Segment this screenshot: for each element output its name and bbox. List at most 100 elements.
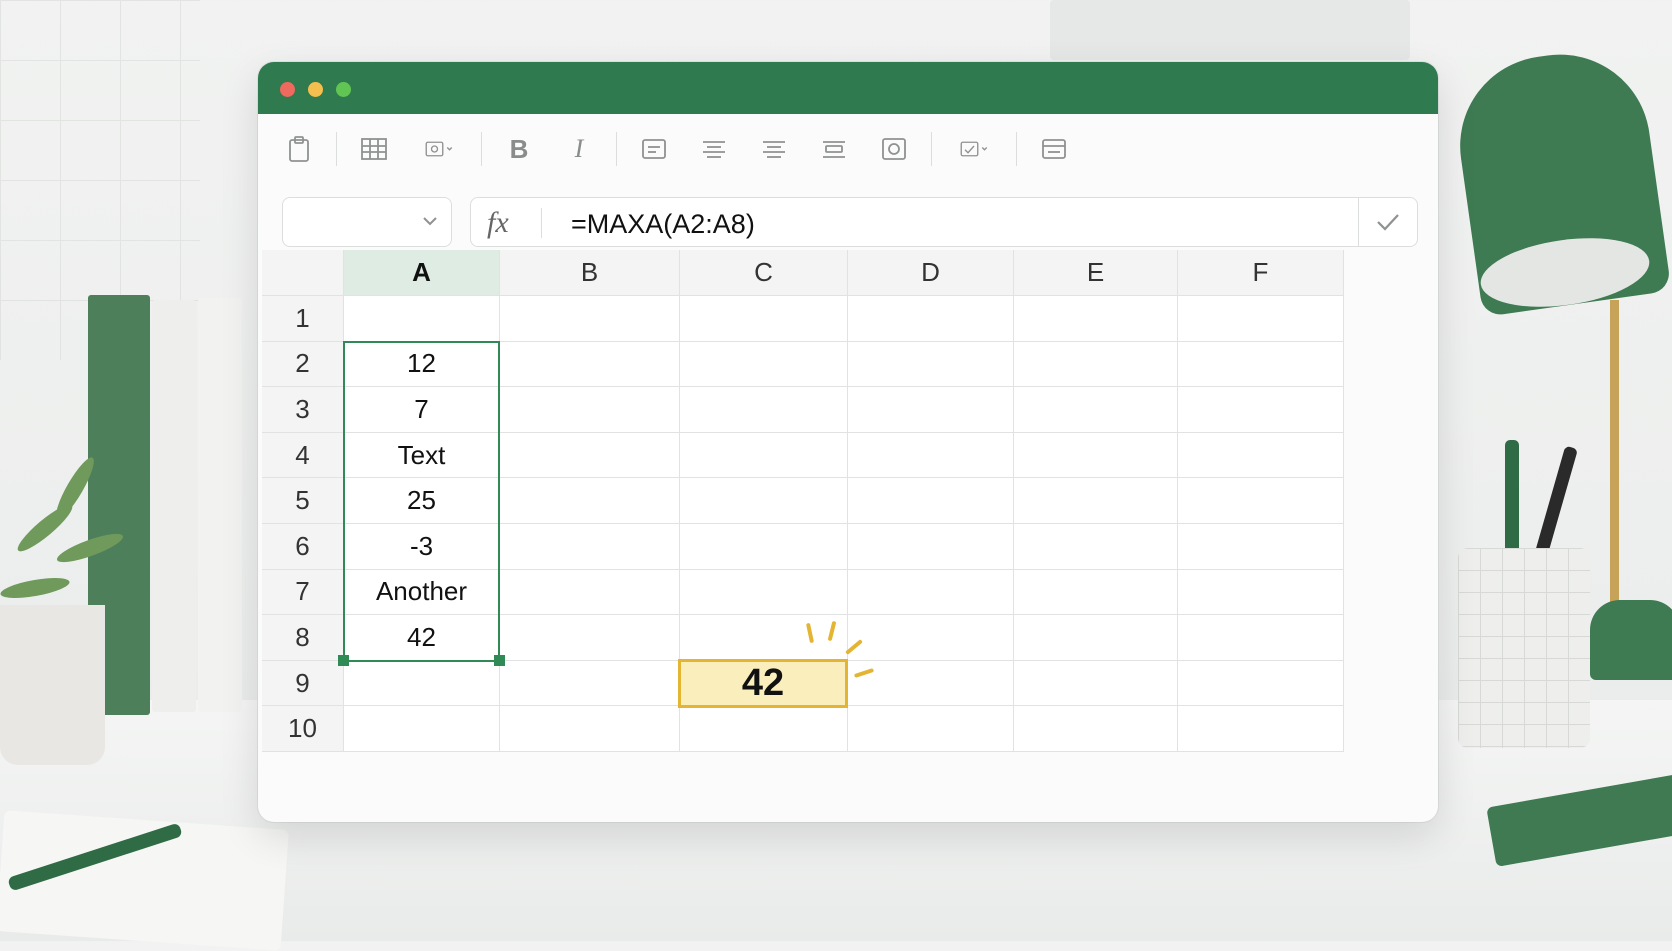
- cell-a9[interactable]: [344, 660, 500, 707]
- cell-f2[interactable]: [1178, 341, 1344, 388]
- column-header-b[interactable]: B: [500, 250, 680, 296]
- formula-input[interactable]: =MAXA(A2:A8): [571, 209, 755, 240]
- row-header-10[interactable]: 10: [262, 706, 344, 752]
- cell-a1[interactable]: [344, 296, 500, 342]
- cell-e10[interactable]: [1014, 706, 1178, 752]
- cell-a8[interactable]: 42: [344, 615, 500, 661]
- style-dropdown-icon[interactable]: [946, 126, 1002, 172]
- minimize-button[interactable]: [308, 82, 323, 97]
- fill-handle[interactable]: [494, 654, 505, 666]
- lamp-pole: [1610, 300, 1619, 630]
- align-left-icon[interactable]: [631, 126, 677, 172]
- cell-d2[interactable]: [848, 341, 1014, 388]
- merge-cells-icon[interactable]: [1031, 126, 1077, 172]
- cell-f4[interactable]: [1178, 432, 1344, 479]
- cell-b4[interactable]: [500, 432, 680, 479]
- cell-b1[interactable]: [500, 296, 680, 342]
- cell-d3[interactable]: [848, 387, 1014, 433]
- formula-bar[interactable]: fx =MAXA(A2:A8): [470, 197, 1418, 247]
- cell-e6[interactable]: [1014, 524, 1178, 570]
- cell-b8[interactable]: [500, 615, 680, 661]
- cell-c6[interactable]: [680, 524, 848, 570]
- cell-e7[interactable]: [1014, 569, 1178, 616]
- row-header-7[interactable]: 7: [262, 569, 344, 616]
- cell-b6[interactable]: [500, 524, 680, 570]
- cell-b5[interactable]: [500, 478, 680, 524]
- column-header-f[interactable]: F: [1178, 250, 1344, 296]
- cell-a7[interactable]: Another: [344, 569, 500, 616]
- row-header-2[interactable]: 2: [262, 341, 344, 388]
- row-header-6[interactable]: 6: [262, 524, 344, 570]
- cell-c4[interactable]: [680, 432, 848, 479]
- align-center-icon[interactable]: [691, 126, 737, 172]
- cell-f3[interactable]: [1178, 387, 1344, 433]
- cell-f1[interactable]: [1178, 296, 1344, 342]
- confirm-button[interactable]: [1358, 198, 1417, 246]
- name-box[interactable]: [282, 197, 452, 247]
- row-header-1[interactable]: 1: [262, 296, 344, 342]
- row-header-8[interactable]: 8: [262, 615, 344, 661]
- fill-handle[interactable]: [338, 654, 349, 666]
- row-header-9[interactable]: 9: [262, 660, 344, 707]
- chevron-down-icon[interactable]: [421, 212, 439, 230]
- cell-c7[interactable]: [680, 569, 848, 616]
- cell-a10[interactable]: [344, 706, 500, 752]
- cell-d1[interactable]: [848, 296, 1014, 342]
- cell-c5[interactable]: [680, 478, 848, 524]
- cell-d9[interactable]: [848, 660, 1014, 707]
- zoom-button[interactable]: [336, 82, 351, 97]
- cell-e2[interactable]: [1014, 341, 1178, 388]
- result-cell-c9[interactable]: 42: [678, 658, 848, 709]
- close-button[interactable]: [280, 82, 295, 97]
- cell-b9[interactable]: [500, 660, 680, 707]
- cell-d7[interactable]: [848, 569, 1014, 616]
- cell-c10[interactable]: [680, 706, 848, 752]
- row-header-3[interactable]: 3: [262, 387, 344, 433]
- cell-d4[interactable]: [848, 432, 1014, 479]
- cell-c8[interactable]: [680, 615, 848, 661]
- row-header-5[interactable]: 5: [262, 478, 344, 524]
- cell-a2[interactable]: 12: [344, 341, 500, 388]
- cell-f7[interactable]: [1178, 569, 1344, 616]
- cell-c1[interactable]: [680, 296, 848, 342]
- italic-icon[interactable]: I: [556, 126, 602, 172]
- cell-a3[interactable]: 7: [344, 387, 500, 433]
- cell-b10[interactable]: [500, 706, 680, 752]
- cell-d5[interactable]: [848, 478, 1014, 524]
- cell-f6[interactable]: [1178, 524, 1344, 570]
- cell-e8[interactable]: [1014, 615, 1178, 661]
- cell-a4[interactable]: Text: [344, 432, 500, 479]
- row-header-4[interactable]: 4: [262, 432, 344, 479]
- cell-c3[interactable]: [680, 387, 848, 433]
- cell-f10[interactable]: [1178, 706, 1344, 752]
- cell-d6[interactable]: [848, 524, 1014, 570]
- cell-b7[interactable]: [500, 569, 680, 616]
- cell-d8[interactable]: [848, 615, 1014, 661]
- format-dropdown-icon[interactable]: [411, 126, 467, 172]
- cell-e9[interactable]: [1014, 660, 1178, 707]
- table-icon[interactable]: [351, 126, 397, 172]
- align-right-icon[interactable]: [751, 126, 797, 172]
- column-header-c[interactable]: C: [680, 250, 848, 296]
- chart-icon[interactable]: [871, 126, 917, 172]
- cell-c2[interactable]: [680, 341, 848, 388]
- cell-a5[interactable]: 25: [344, 478, 500, 524]
- cell-f5[interactable]: [1178, 478, 1344, 524]
- column-header-e[interactable]: E: [1014, 250, 1178, 296]
- cell-a6[interactable]: -3: [344, 524, 500, 570]
- column-header-d[interactable]: D: [848, 250, 1014, 296]
- column-header-a[interactable]: A: [344, 250, 500, 296]
- cell-b2[interactable]: [500, 341, 680, 388]
- wrap-text-icon[interactable]: [811, 126, 857, 172]
- bold-icon[interactable]: B: [496, 126, 542, 172]
- cell-e5[interactable]: [1014, 478, 1178, 524]
- cell-d10[interactable]: [848, 706, 1014, 752]
- cell-b3[interactable]: [500, 387, 680, 433]
- cell-f9[interactable]: [1178, 660, 1344, 707]
- cell-e3[interactable]: [1014, 387, 1178, 433]
- cell-e4[interactable]: [1014, 432, 1178, 479]
- cell-f8[interactable]: [1178, 615, 1344, 661]
- clipboard-icon[interactable]: [276, 126, 322, 172]
- select-all-corner[interactable]: [262, 250, 344, 296]
- cell-e1[interactable]: [1014, 296, 1178, 342]
